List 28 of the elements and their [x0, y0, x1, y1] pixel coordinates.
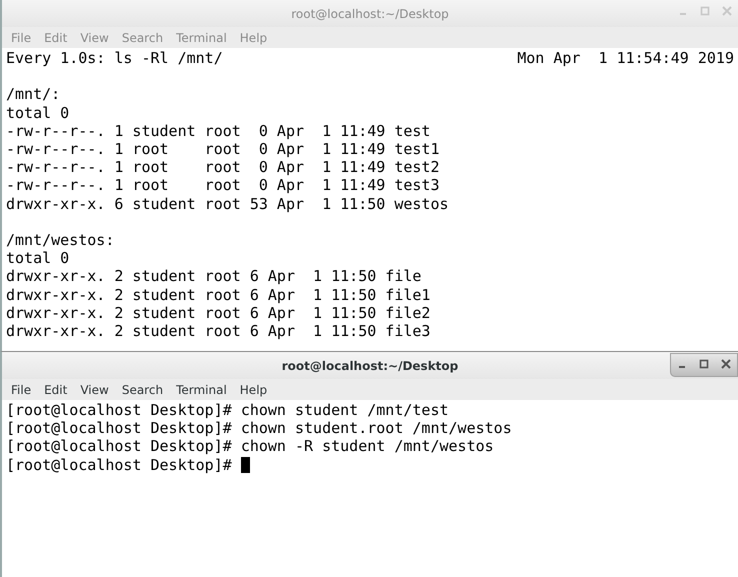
- directory-heading: /mnt/:: [6, 85, 62, 104]
- window-title: root@localhost:~/Desktop: [282, 358, 458, 372]
- file-entry: -rw-r--r--. 1 student root 0 Apr 1 11:49 test: [6, 122, 432, 140]
- menu-item[interactable]: Edit: [44, 382, 68, 396]
- file-entry: drwxr-xr-x. 2 student root 6 Apr 1 11:50 file2: [6, 304, 432, 322]
- menu-item[interactable]: View: [80, 382, 109, 396]
- watch-command: Every 1.0s: ls -Rl /mnt/: [6, 49, 223, 68]
- text-cursor: [240, 456, 250, 473]
- file-entry: -rw-r--r--. 1 root root 0 Apr 1 11:49 test1: [6, 140, 440, 158]
- menu-item[interactable]: File: [11, 382, 32, 396]
- total-line: total 0: [6, 104, 70, 122]
- menu-item[interactable]: Search: [122, 382, 164, 396]
- shell-prompt: [root@localhost Desktop]#: [6, 456, 232, 474]
- window-title: root@localhost:~/Desktop: [291, 6, 449, 20]
- file-entry: -rw-r--r--. 1 root root 0 Apr 1 11:49 test3: [6, 176, 440, 195]
- command-line: [root@localhost Desktop]# chown student /mnt/test: [6, 401, 450, 420]
- file-entry: drwxr-xr-x. 2 student root 6 Apr 1 11:50 file3: [6, 322, 432, 340]
- menu-item[interactable]: Terminal: [176, 382, 227, 396]
- directory-heading: /mnt/westos:: [6, 231, 116, 250]
- file-entry: drwxr-xr-x. 6 student root 53 Apr 1 11:50 westos: [6, 194, 450, 213]
- command-line: [root@localhost Desktop]# chown student.root /mnt/westos: [6, 419, 513, 438]
- file-entry: -rw-r--r--. 1 root root 0 Apr 1 11:49 test2: [6, 158, 440, 176]
- file-entry: drwxr-xr-x. 2 student root 6 Apr 1 11:50 file: [6, 267, 422, 286]
- menu-item[interactable]: Help: [240, 382, 268, 396]
- file-entry: drwxr-xr-x. 2 student root 6 Apr 1 11:50 file1: [6, 286, 432, 304]
- command-line: [root@localhost Desktop]# chown -R student /mnt/westos: [6, 437, 495, 456]
- timestamp: Mon Apr 1 11:54:49 2019: [517, 49, 734, 68]
- total-line: total 0: [6, 249, 70, 268]
